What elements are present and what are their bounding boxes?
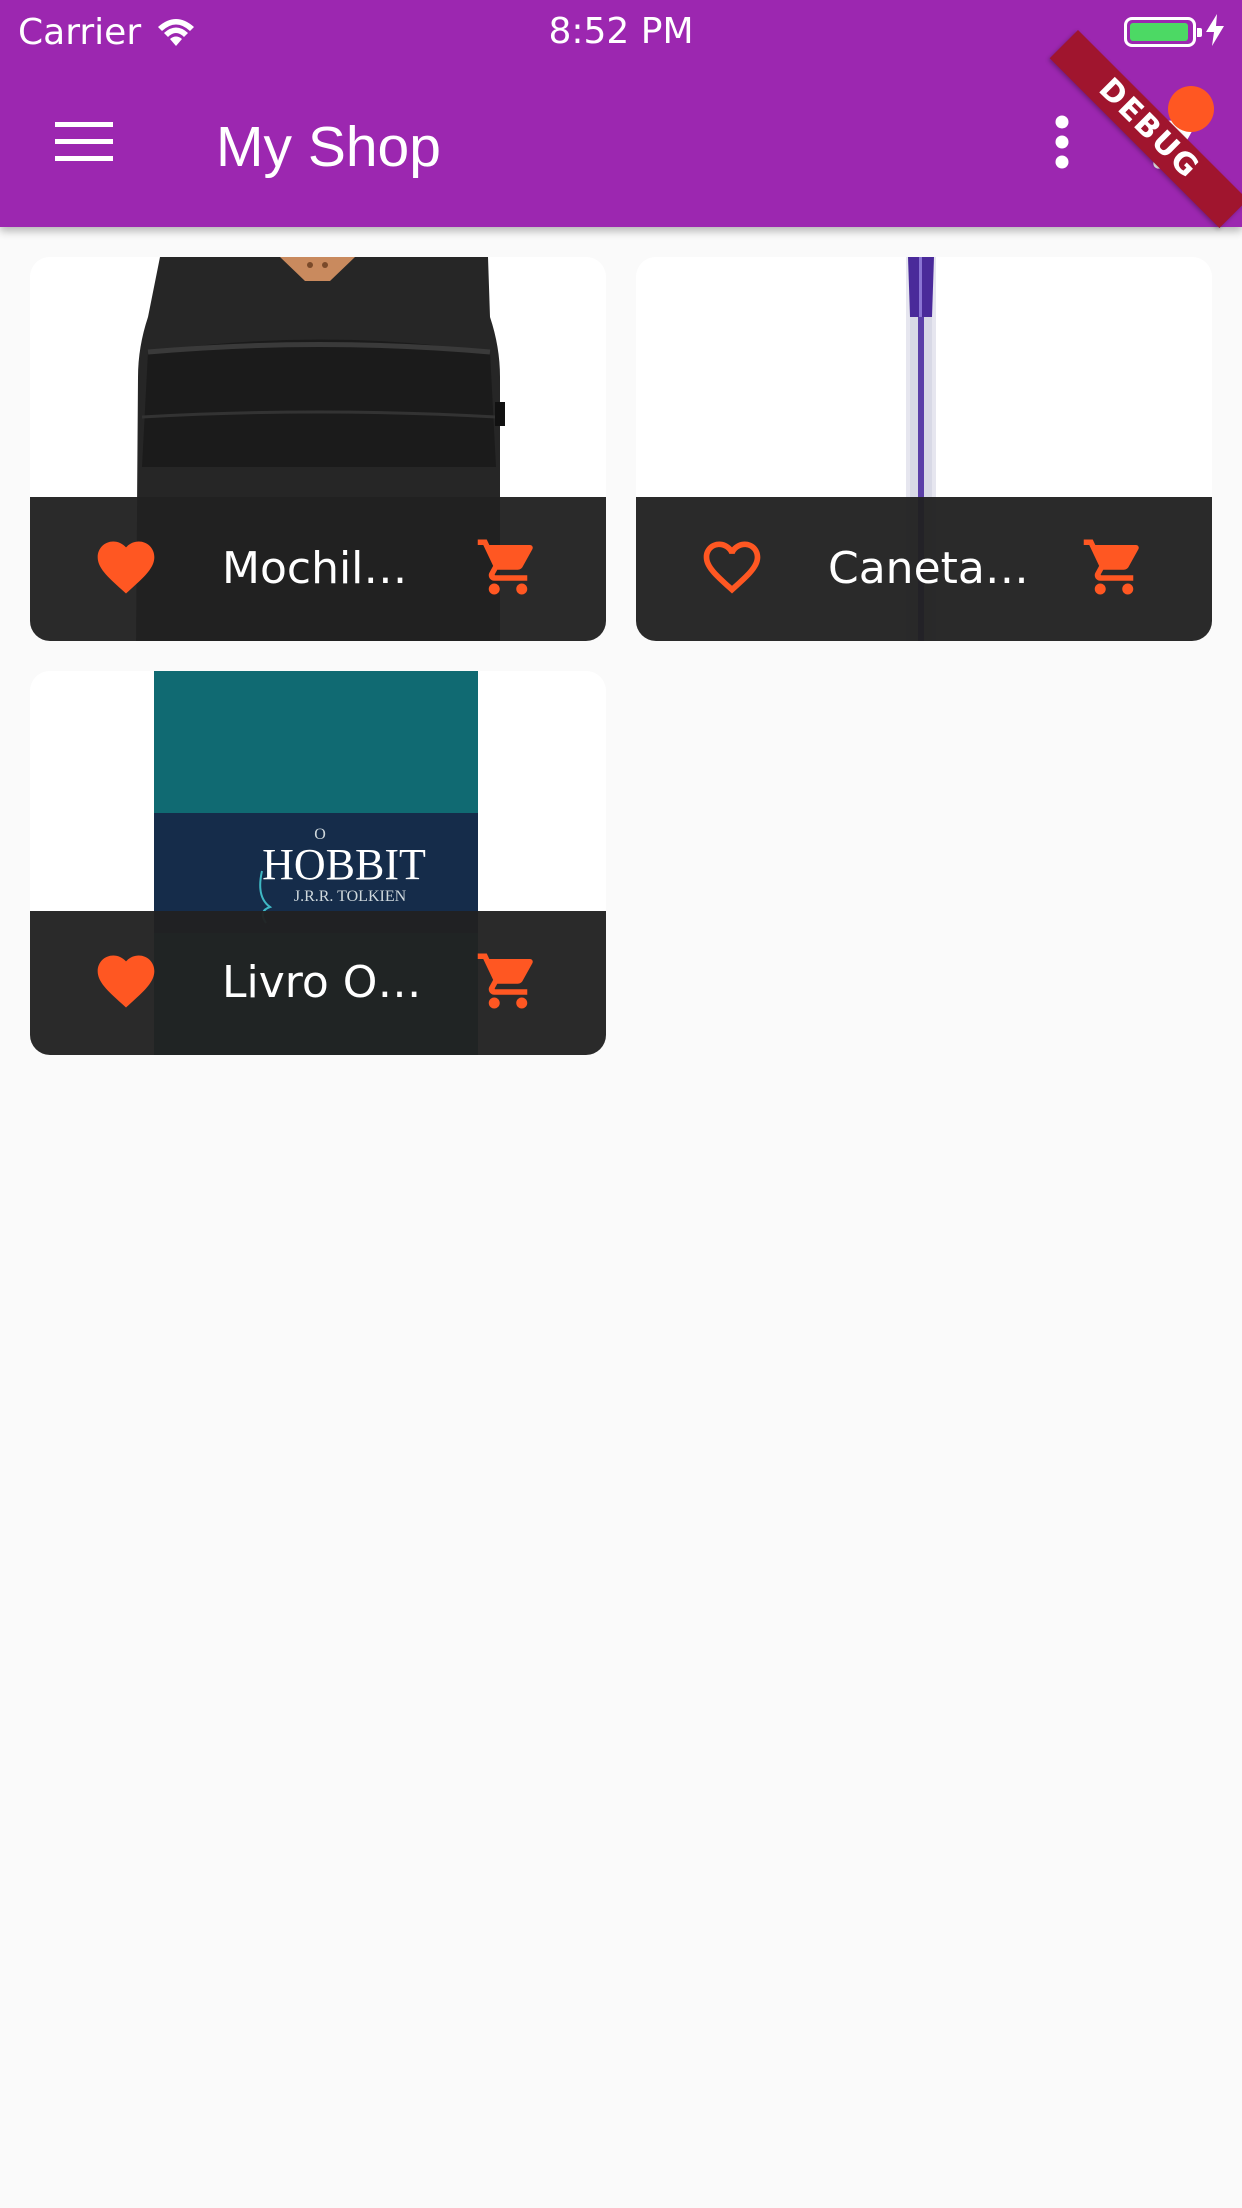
menu-button[interactable] <box>36 104 132 184</box>
shopping-cart-icon <box>475 534 541 604</box>
product-footer: Mochila... <box>30 497 606 641</box>
more-vert-icon <box>1055 115 1069 173</box>
book-author: J.R.R. TOLKIEN <box>294 888 407 905</box>
heart-filled-icon <box>92 947 160 1019</box>
favorite-button[interactable] <box>90 947 162 1019</box>
shopping-cart-icon <box>1081 534 1147 604</box>
status-right-group <box>1124 12 1224 52</box>
cart-badge <box>1168 86 1214 132</box>
heart-filled-icon <box>92 533 160 605</box>
shopping-cart-icon <box>475 948 541 1018</box>
more-options-button[interactable] <box>1020 104 1104 184</box>
product-footer: Caneta ... <box>636 497 1212 641</box>
battery-icon <box>1124 17 1202 47</box>
product-tile[interactable]: Caneta ... <box>636 257 1212 641</box>
favorite-button[interactable] <box>90 533 162 605</box>
add-to-cart-button[interactable] <box>472 533 544 605</box>
product-footer: Livro O ... <box>30 911 606 1055</box>
product-tile[interactable]: Mochila... <box>30 257 606 641</box>
product-name: Livro O ... <box>222 957 432 1008</box>
heart-outline-icon <box>698 533 766 605</box>
app-bar: Carrier 8:52 PM My Shop <box>0 0 1242 227</box>
product-name: Mochila... <box>222 543 432 594</box>
product-name: Caneta ... <box>828 543 1038 594</box>
add-to-cart-button[interactable] <box>472 947 544 1019</box>
add-to-cart-button[interactable] <box>1078 533 1150 605</box>
favorite-button[interactable] <box>696 533 768 605</box>
product-tile[interactable]: O HOBBIT J.R.R. TOLKIEN Livro O ... <box>30 671 606 1055</box>
hamburger-menu-icon <box>55 122 113 166</box>
status-time: 8:52 PM <box>548 11 694 52</box>
charging-bolt-icon <box>1206 14 1224 50</box>
book-title: HOBBIT <box>262 840 426 889</box>
page-title: My Shop <box>216 115 441 179</box>
